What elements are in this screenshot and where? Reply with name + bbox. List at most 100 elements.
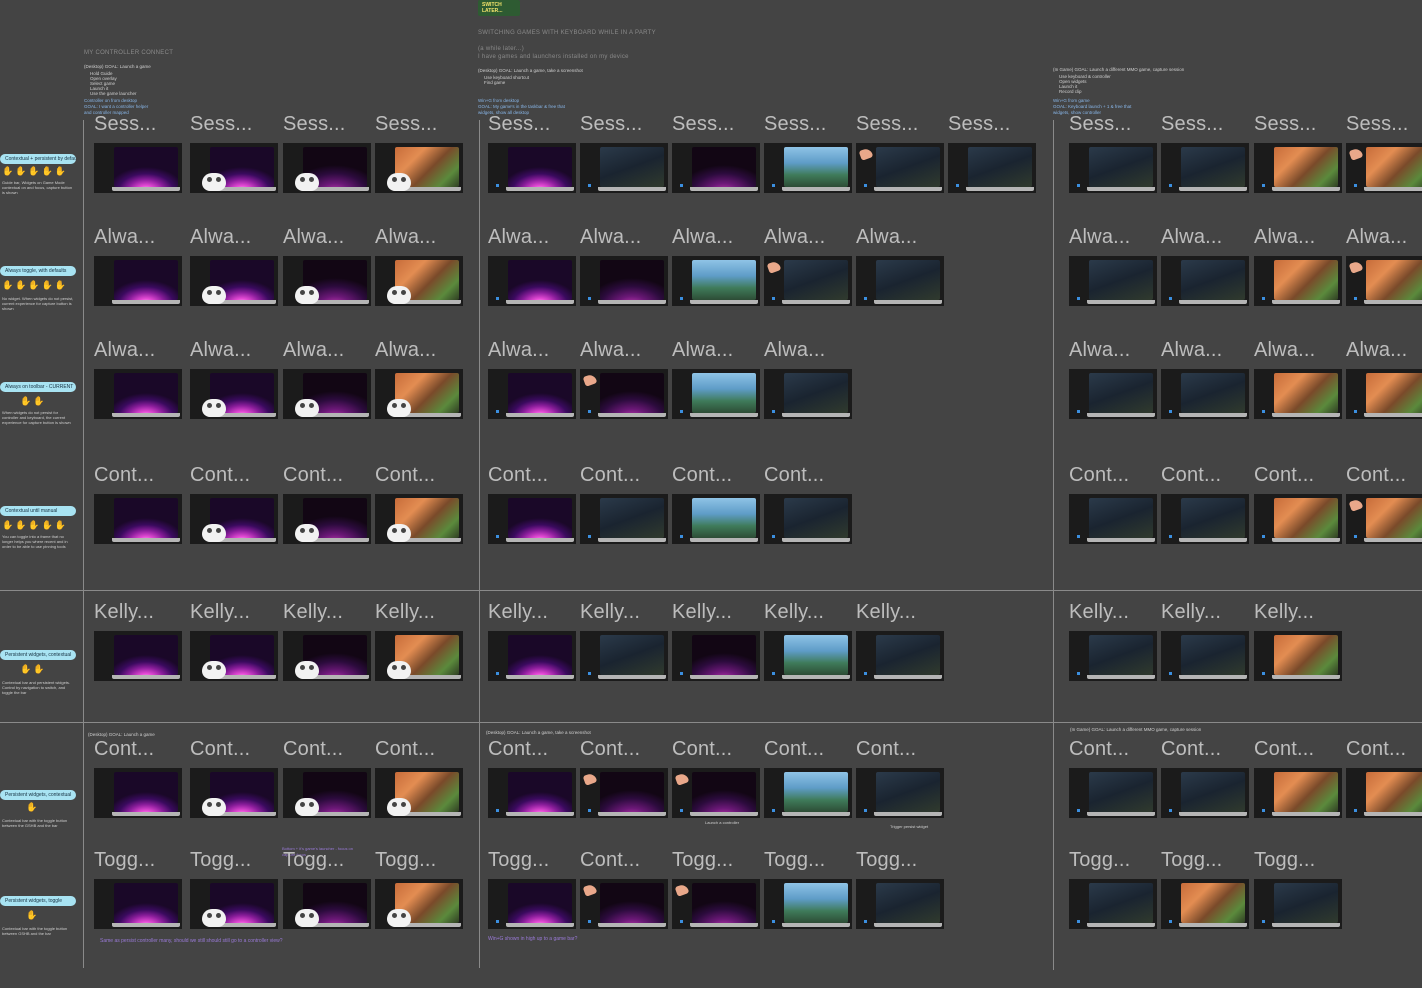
hand-icon <box>1348 147 1364 161</box>
frame-title: Kelly... <box>375 601 436 623</box>
laptop-base <box>1087 413 1155 417</box>
laptop-base <box>1272 675 1340 679</box>
goal-step: Record clip <box>1059 89 1082 94</box>
screen-image <box>1089 147 1153 187</box>
taskbar-icon <box>772 410 775 413</box>
frame-title: Alwa... <box>672 339 734 361</box>
laptop-base <box>1179 923 1247 927</box>
screen-image <box>114 635 178 675</box>
frame-title: Alwa... <box>764 339 826 361</box>
frame-title: Cont... <box>1069 464 1130 486</box>
taskbar-icon <box>588 809 591 812</box>
screen-image <box>114 260 178 300</box>
frame-title: Togg... <box>672 849 734 871</box>
frame-thumbnail <box>580 494 668 544</box>
frame-thumbnail <box>580 143 668 193</box>
laptop-base <box>506 812 574 816</box>
laptop-base <box>874 675 942 679</box>
hand-icons: ✋ <box>26 802 40 812</box>
row-description: You can toggle into a frame that no long… <box>2 534 68 549</box>
frame-thumbnail <box>375 369 463 419</box>
screen-image <box>876 635 940 675</box>
frame-title: Alwa... <box>283 339 345 361</box>
laptop-base <box>966 187 1034 191</box>
frame-thumbnail <box>764 631 852 681</box>
frame-thumbnail <box>764 256 852 306</box>
screen-image <box>1181 498 1245 538</box>
goal-step: Use the game launcher <box>90 91 137 96</box>
frame-thumbnail <box>764 143 852 193</box>
frame-thumbnail <box>94 369 182 419</box>
frame-title: Alwa... <box>1069 226 1131 248</box>
laptop-base <box>1179 538 1247 542</box>
laptop-base <box>1272 812 1340 816</box>
laptop-base <box>1364 538 1422 542</box>
frame-thumbnail <box>94 879 182 929</box>
screen-image <box>692 498 756 538</box>
section-goal: (Desktop) GOAL: Launch a game, take a sc… <box>486 730 591 735</box>
taskbar-icon <box>1077 535 1080 538</box>
frame-title: Alwa... <box>580 226 642 248</box>
laptop-base <box>874 187 942 191</box>
screen-image <box>1366 373 1422 413</box>
frame-title: Sess... <box>1069 113 1132 135</box>
laptop-base <box>690 923 758 927</box>
laptop-base <box>598 923 666 927</box>
frame-title: Togg... <box>1161 849 1223 871</box>
frame-thumbnail <box>580 879 668 929</box>
taskbar-icon <box>496 920 499 923</box>
laptop-base <box>112 812 180 816</box>
screen-image <box>114 772 178 812</box>
section-goal: (Desktop) GOAL: Launch a game, take a sc… <box>478 68 583 73</box>
taskbar-icon <box>496 184 499 187</box>
taskbar-icon <box>680 184 683 187</box>
screen-image <box>1089 883 1153 923</box>
taskbar-icon <box>1077 672 1080 675</box>
hand-icons: ✋ <box>26 910 40 920</box>
frame-title: Cont... <box>488 464 549 486</box>
hand-icon <box>858 147 874 161</box>
screen-image <box>1274 260 1338 300</box>
taskbar-icon <box>1262 184 1265 187</box>
frame-thumbnail <box>1069 768 1157 818</box>
frame-thumbnail <box>190 879 278 929</box>
frame-title: Kelly... <box>488 601 549 623</box>
frame-title: Cont... <box>1346 464 1407 486</box>
screen-image <box>1181 772 1245 812</box>
taskbar-icon <box>772 184 775 187</box>
screen-image <box>508 373 572 413</box>
frame-thumbnail <box>1161 143 1249 193</box>
frame-thumbnail <box>375 879 463 929</box>
screen-image <box>508 772 572 812</box>
frame-title: Alwa... <box>1254 226 1316 248</box>
frame-thumbnail <box>375 256 463 306</box>
screen-image <box>114 373 178 413</box>
frame-title: Cont... <box>856 738 917 760</box>
screen-image <box>600 373 664 413</box>
taskbar-icon <box>1077 184 1080 187</box>
screen-image <box>600 635 664 675</box>
annotation: Launch a controller <box>705 820 740 825</box>
frame-title: Sess... <box>672 113 735 135</box>
frame-title: Togg... <box>190 849 252 871</box>
screen-image <box>876 260 940 300</box>
frame-thumbnail <box>764 879 852 929</box>
frame-title: Kelly... <box>94 601 155 623</box>
frame-thumbnail <box>672 631 760 681</box>
frame-thumbnail <box>375 143 463 193</box>
row-label-pill: Always toggle, with defaults <box>0 266 76 276</box>
taskbar-icon <box>1354 297 1357 300</box>
taskbar-icon <box>956 184 959 187</box>
frame-thumbnail <box>488 879 576 929</box>
gamepad-icon <box>387 909 411 927</box>
frame-thumbnail <box>580 369 668 419</box>
gamepad-icon <box>387 524 411 542</box>
gamepad-icon <box>202 909 226 927</box>
laptop-base <box>1272 187 1340 191</box>
taskbar-icon <box>680 410 683 413</box>
section-subheader: (a while later...) <box>478 46 525 52</box>
taskbar-icon <box>588 297 591 300</box>
screen-image <box>968 147 1032 187</box>
frame-title: Sess... <box>764 113 827 135</box>
taskbar-icon <box>588 535 591 538</box>
